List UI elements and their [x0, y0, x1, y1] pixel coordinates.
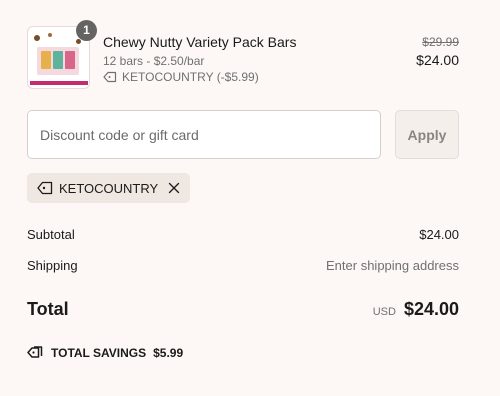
shipping-label: Shipping: [27, 258, 78, 273]
tags-icon: [27, 345, 44, 360]
product-variant: 12 bars - $2.50/bar: [103, 54, 205, 68]
total-label: Total: [27, 299, 69, 319]
line-item: 1 Chewy Nutty Variety Pack Bars 12 bars …: [27, 20, 459, 90]
applied-code-label: KETOCOUNTRY: [59, 180, 159, 196]
applied-discount-chip: KETOCOUNTRY: [27, 173, 191, 203]
product-discount-label: KETOCOUNTRY (-$5.99): [122, 70, 259, 84]
total-currency: USD: [372, 306, 396, 318]
shipping-value: Enter shipping address: [326, 258, 459, 273]
total-amount: $24.00: [403, 299, 459, 319]
quantity-badge: 1: [76, 20, 97, 41]
subtotal-value: $24.00: [419, 227, 459, 242]
total-value-group: USD $24.00: [373, 299, 459, 320]
discount-code-input[interactable]: [27, 110, 381, 159]
remove-discount-icon[interactable]: [167, 181, 181, 195]
product-thumbnail-wrapper: 1: [27, 20, 97, 89]
savings-amount: $5.99: [153, 345, 184, 360]
tag-icon: [103, 71, 117, 83]
price-final: $24.00: [416, 52, 459, 68]
price-original: $29.99: [422, 35, 459, 49]
subtotal-label: Subtotal: [27, 227, 75, 242]
product-discount: KETOCOUNTRY (-$5.99): [103, 70, 259, 84]
apply-button[interactable]: Apply: [395, 110, 459, 159]
tag-icon: [37, 181, 53, 195]
product-name: Chewy Nutty Variety Pack Bars: [103, 34, 297, 50]
savings-label: TOTAL SAVINGS: [51, 345, 147, 360]
total-savings: TOTAL SAVINGS $5.99: [27, 345, 183, 360]
